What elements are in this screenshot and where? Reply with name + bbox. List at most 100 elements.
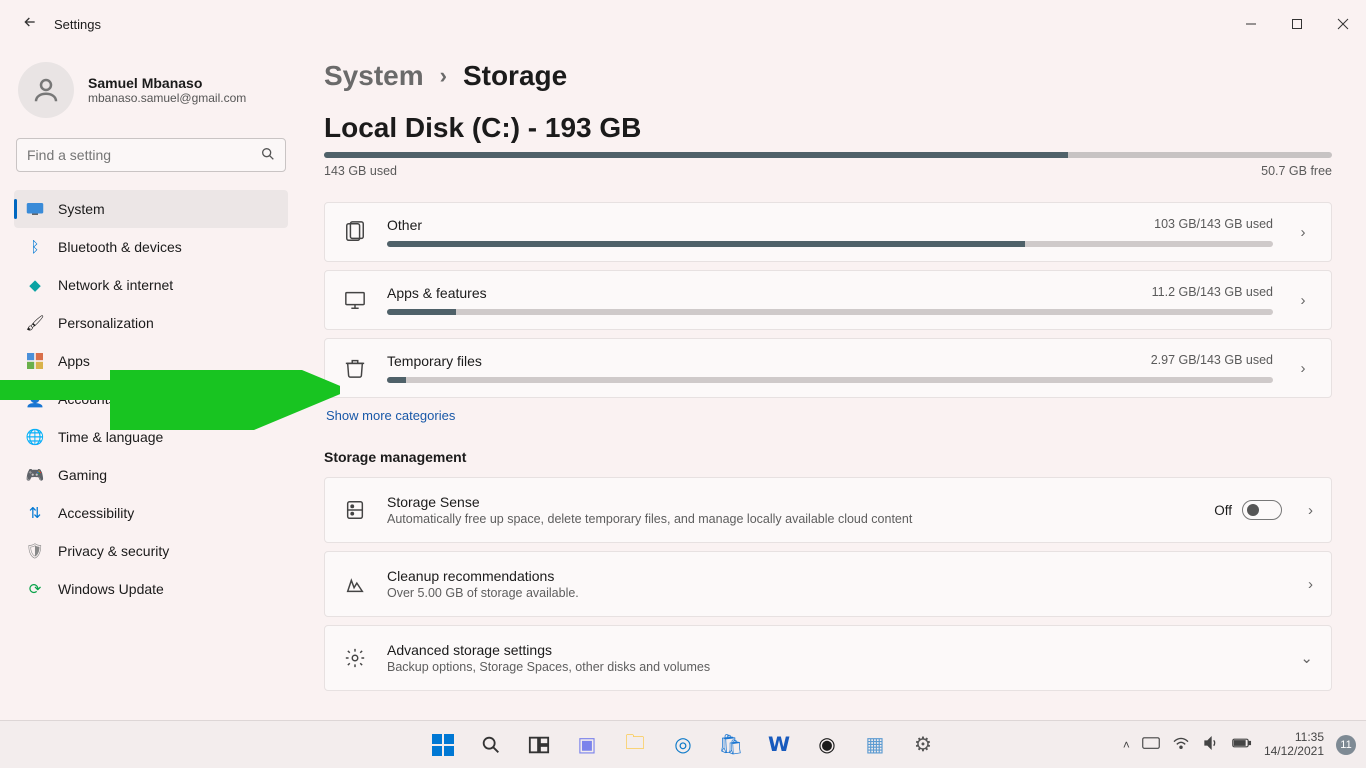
nav-item-time-language[interactable]: 🌐 Time & language [14,418,288,456]
mgmt-icon [343,572,367,596]
word-icon[interactable]: 𝗪 [759,725,799,765]
volume-icon[interactable] [1202,735,1220,754]
nav-item-windows-update[interactable]: ⟳Windows Update [14,570,288,608]
sidebar: Samuel Mbanaso mbanaso.samuel@gmail.com … [0,48,300,720]
profile-block[interactable]: Samuel Mbanaso mbanaso.samuel@gmail.com [14,58,288,132]
chrome-icon[interactable]: ◉ [807,725,847,765]
search-icon [260,146,276,165]
search-input[interactable] [16,138,286,172]
nav-item-gaming[interactable]: 🎮 Gaming [14,456,288,494]
category-bar [387,241,1273,247]
nav-icon: 🌐 [26,428,44,446]
storage-sense-toggle[interactable] [1242,500,1282,520]
close-button[interactable] [1320,0,1366,48]
tray-overflow-icon[interactable]: ˄ [1123,738,1130,752]
nav-label: Accounts [58,391,116,407]
storage-category-apps-features[interactable]: Apps & features11.2 GB/143 GB used › [324,270,1332,330]
disk-title: Local Disk (C:) - 193 GB [324,112,1332,144]
nav-label: Time & language [58,429,163,445]
battery-icon[interactable] [1232,737,1252,752]
nav-item-network-internet[interactable]: ◆Network & internet [14,266,288,304]
category-icon [343,288,367,312]
storage-category-temporary-files[interactable]: Temporary files 2.97 GB/143 GB used › [324,338,1332,398]
breadcrumb: System › Storage [324,60,1332,92]
mgmt-desc: Backup options, Storage Spaces, other di… [387,660,1280,674]
mgmt-icon [343,498,367,522]
titlebar: Settings [0,0,1366,48]
chat-icon[interactable]: ▣ [567,725,607,765]
mgmt-card-cleanup-recommendations[interactable]: Cleanup recommendations Over 5.00 GB of s… [324,551,1332,617]
show-more-categories-link[interactable]: Show more categories [326,408,1332,423]
nav-item-bluetooth-devices[interactable]: ᛒ Bluetooth & devices [14,228,288,266]
settings-icon[interactable]: ⚙ [903,725,943,765]
maximize-button[interactable] [1274,0,1320,48]
task-view-icon[interactable] [519,725,559,765]
wifi-icon[interactable] [1172,736,1190,753]
chevron-right-icon: › [440,63,447,89]
nav-icon: ⇅ [26,504,44,522]
category-bar [387,309,1273,315]
nav-item-apps[interactable]: Apps [14,342,288,380]
category-icon [343,356,367,380]
keyboard-icon[interactable] [1142,736,1160,753]
taskbar-clock[interactable]: 11:35 14/12/2021 [1264,731,1324,759]
nav-item-system[interactable]: System [14,190,288,228]
nav-label: Bluetooth & devices [58,239,182,255]
mgmt-card-storage-sense[interactable]: Storage Sense Automatically free up space… [324,477,1332,543]
edge-icon[interactable]: ◎ [663,725,703,765]
mgmt-desc: Automatically free up space, delete temp… [387,512,1194,526]
category-name: Other [387,217,422,233]
mgmt-card-advanced-storage-settings[interactable]: Advanced storage settings Backup options,… [324,625,1332,691]
nav-label: Gaming [58,467,107,483]
disk-used-label: 143 GB used [324,164,397,178]
nav-item-personalization[interactable]: 🖌 Personalization [14,304,288,342]
nav-item-accounts[interactable]: 👤 Accounts [14,380,288,418]
mgmt-title: Advanced storage settings [387,642,1280,658]
window-title: Settings [54,17,101,32]
nav-item-accessibility[interactable]: ⇅ Accessibility [14,494,288,532]
nav-label: Personalization [58,315,154,331]
nav-icon: 👤 [26,390,44,408]
chevron-right-icon: › [1308,576,1313,593]
category-name: Temporary files [387,353,482,369]
nav-icon: ᛒ [26,238,44,256]
nav-label: Network & internet [58,277,173,293]
chevron-right-icon: › [1293,360,1313,377]
nav-icon: 🖌 [26,314,44,332]
nav-label: Apps [58,353,90,369]
nav-label: Accessibility [58,505,134,521]
category-icon [343,220,367,244]
avatar [18,62,74,118]
start-button[interactable] [423,725,463,765]
nav-icon: 🛡 [26,542,44,560]
mgmt-title: Cleanup recommendations [387,568,1288,584]
disk-free-label: 50.7 GB free [1261,164,1332,178]
notification-badge[interactable]: 11 [1336,735,1356,755]
main-panel: System › Storage Local Disk (C:) - 193 G… [300,48,1366,720]
nav-label: Privacy & security [58,543,169,559]
search-box[interactable] [16,138,286,172]
photos-icon[interactable]: ▦ [855,725,895,765]
chevron-right-icon: › [1308,502,1313,519]
mgmt-title: Storage Sense [387,494,1194,510]
category-detail: 2.97 GB/143 GB used [1151,353,1273,369]
nav-icon: 🎮 [26,466,44,484]
chevron-right-icon: › [1293,224,1313,241]
nav-icon [26,200,44,218]
category-detail: 11.2 GB/143 GB used [1152,285,1273,301]
nav-icon: ⟳ [26,580,44,598]
breadcrumb-current: Storage [463,60,567,92]
taskbar-search-icon[interactable] [471,725,511,765]
mgmt-desc: Over 5.00 GB of storage available. [387,586,1288,600]
store-icon[interactable]: 🛍 [711,725,751,765]
storage-management-heading: Storage management [324,449,1332,465]
storage-category-other[interactable]: Other103 GB/143 GB used › [324,202,1332,262]
profile-email: mbanaso.samuel@gmail.com [88,91,246,105]
back-button[interactable] [12,14,48,35]
disk-usage-bar [324,152,1332,158]
nav-item-privacy-security[interactable]: 🛡 Privacy & security [14,532,288,570]
breadcrumb-parent[interactable]: System [324,60,424,92]
minimize-button[interactable] [1228,0,1274,48]
chevron-down-icon: ⌄ [1300,649,1313,667]
file-explorer-icon[interactable]: 🗀 [615,725,655,765]
